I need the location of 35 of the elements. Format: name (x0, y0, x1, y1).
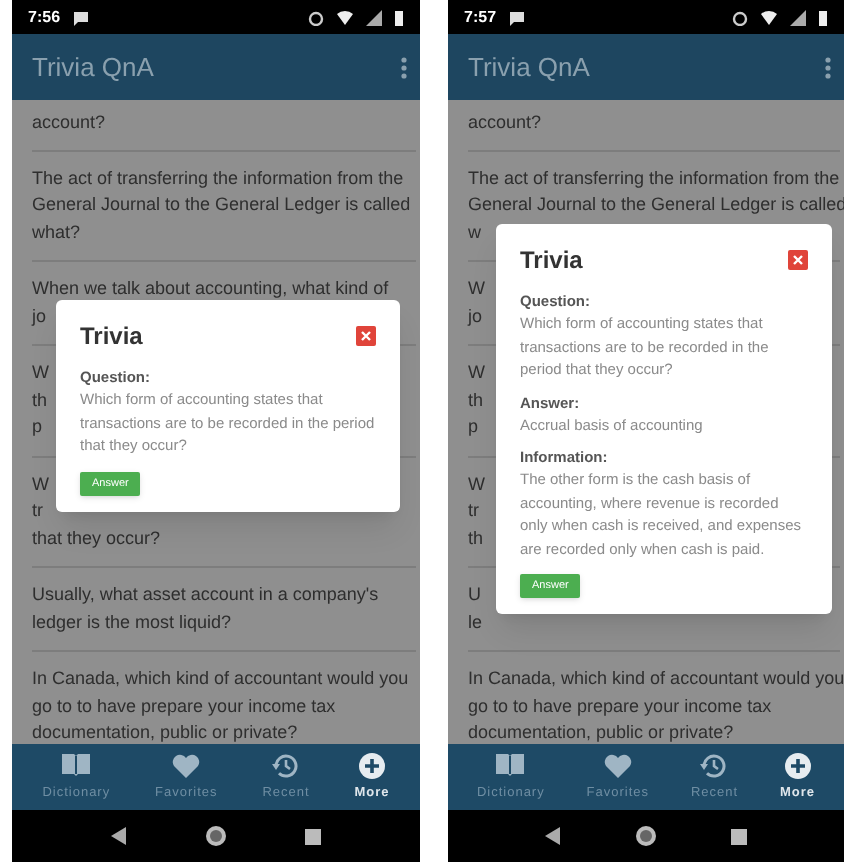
app-title: Trivia QnA (468, 49, 592, 86)
overflow-menu-icon[interactable] (824, 55, 832, 79)
message-icon (508, 9, 527, 25)
history-icon (698, 750, 731, 783)
plus-circle-icon (781, 750, 814, 783)
question-item[interactable]: account? (32, 100, 416, 149)
wifi-icon (760, 9, 778, 25)
close-icon (360, 330, 372, 342)
question-item[interactable]: The act of transferring the information from the General Journal to the General Ledger is called what? (32, 149, 416, 260)
heart-icon (601, 750, 634, 783)
close-icon (792, 254, 804, 266)
close-button[interactable] (356, 326, 376, 346)
question-item[interactable]: account? (468, 100, 840, 149)
overflow-menu-icon[interactable] (400, 55, 408, 79)
status-time: 7:57 (464, 5, 497, 29)
recents-icon[interactable] (730, 827, 748, 845)
status-time: 7:56 (28, 5, 61, 29)
home-icon[interactable] (204, 824, 228, 848)
heart-icon (170, 750, 203, 783)
close-button[interactable] (788, 250, 808, 270)
plus-circle-icon (355, 750, 388, 783)
recents-icon[interactable] (304, 827, 322, 845)
wifi-icon (336, 9, 354, 25)
dialog-title: Trivia (80, 320, 143, 354)
app-title: Trivia QnA (32, 49, 156, 86)
message-icon (72, 9, 91, 25)
question-item[interactable]: Usually, what asset account in a company's ledger is the most liquid? (32, 566, 416, 650)
home-icon[interactable] (634, 824, 658, 848)
back-icon[interactable] (544, 826, 562, 846)
signal-icon (790, 9, 806, 25)
signal-icon (366, 9, 382, 25)
battery-icon (394, 9, 404, 25)
battery-icon (818, 9, 828, 25)
history-icon (269, 750, 302, 783)
back-icon[interactable] (110, 826, 128, 846)
